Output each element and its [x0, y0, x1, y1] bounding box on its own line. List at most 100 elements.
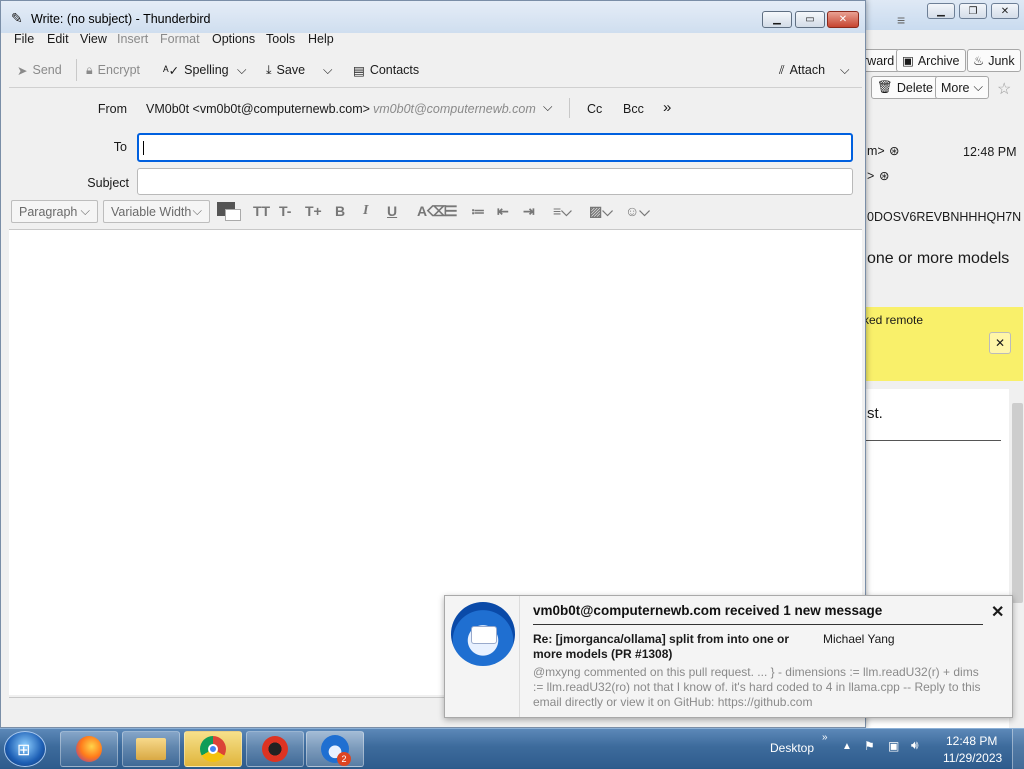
- clock-date[interactable]: 11/29/2023: [943, 751, 1002, 765]
- forward-button[interactable]: rward: [863, 49, 901, 72]
- menu-options[interactable]: Options: [212, 32, 255, 46]
- background-color-icon[interactable]: [225, 209, 241, 221]
- notification-sender: Michael Yang: [823, 632, 895, 646]
- address-book-icon: ▤: [353, 63, 365, 78]
- contacts-button[interactable]: ▤ Contacts: [353, 59, 419, 81]
- taskbar-firefox[interactable]: [60, 731, 118, 767]
- minimize-button[interactable]: ▁: [927, 3, 955, 19]
- numbered-list-icon[interactable]: ≔: [471, 203, 485, 220]
- send-button[interactable]: ➤ Send: [17, 59, 62, 81]
- minimize-button[interactable]: ▁: [762, 11, 792, 28]
- font-size-icon[interactable]: TT: [253, 203, 270, 219]
- dismiss-button[interactable]: ✕: [989, 332, 1011, 354]
- chevron-down-icon: ⌵: [80, 204, 90, 218]
- menu-file[interactable]: File: [14, 32, 34, 46]
- maximize-button[interactable]: ▭: [795, 11, 825, 28]
- spellcheck-icon: ᴬ✓: [163, 63, 180, 78]
- save-dropdown[interactable]: ⌵: [323, 59, 332, 81]
- message-time: 12:48 PM: [963, 145, 1017, 159]
- envelope-icon: [471, 626, 497, 644]
- taskbar-app[interactable]: [246, 731, 304, 767]
- restore-button[interactable]: ❐: [959, 3, 987, 19]
- volume-icon[interactable]: 🔊︎: [911, 738, 919, 753]
- insert-image-icon[interactable]: ▨⌵: [589, 203, 613, 220]
- from-label: From: [97, 102, 127, 116]
- delete-button[interactable]: 🗑 Delete: [871, 76, 940, 99]
- close-button[interactable]: ✕: [991, 3, 1019, 19]
- taskbar-explorer[interactable]: [122, 731, 180, 767]
- compose-toolbar: ➤ Send 🔒︎ Encrypt ᴬ✓ Spelling ⌵ ⤓ Save ⌵ ▤ Co…: [1, 55, 865, 83]
- menu-view[interactable]: View: [80, 32, 107, 46]
- menu-insert[interactable]: Insert: [117, 32, 148, 46]
- star-icon[interactable]: ☆: [997, 79, 1011, 99]
- menu-bar: File Edit View Insert Format Options Too…: [1, 31, 865, 51]
- larger-text-icon[interactable]: T+: [305, 203, 322, 219]
- from-dropdown-icon[interactable]: ⌵: [543, 100, 552, 115]
- format-toolbar: Paragraph ⌵ Variable Width ⌵ TT T- T+ B I …: [9, 197, 862, 227]
- action-center-icon[interactable]: ⚑: [864, 739, 875, 753]
- outdent-icon[interactable]: ⇤: [497, 203, 509, 220]
- close-button[interactable]: ✕: [827, 11, 859, 28]
- underline-icon[interactable]: U: [387, 203, 397, 219]
- divider: [863, 440, 1001, 441]
- menu-tools[interactable]: Tools: [266, 32, 295, 46]
- bcc-button[interactable]: Bcc: [623, 102, 644, 116]
- taskbar-chrome[interactable]: [184, 731, 242, 767]
- align-icon[interactable]: ≡⌵: [553, 203, 572, 220]
- expand-toolbar-icon[interactable]: »: [822, 732, 828, 743]
- menu-help[interactable]: Help: [308, 32, 334, 46]
- from-address[interactable]: VM0b0t <vm0b0t@computernewb.com>: [146, 102, 370, 116]
- encrypt-button[interactable]: 🔒︎ Encrypt: [86, 59, 140, 81]
- subject-label: Subject: [87, 176, 129, 190]
- remote-content-text: ked remote: [863, 313, 924, 327]
- attach-button[interactable]: ⫽ Attach: [779, 59, 825, 81]
- paragraph-select[interactable]: Paragraph ⌵: [11, 200, 98, 223]
- contact-icon: ⊛: [889, 144, 900, 158]
- more-button[interactable]: More ⌵: [935, 76, 989, 99]
- close-notification-button[interactable]: ✕: [991, 602, 1004, 622]
- scrollbar-thumb[interactable]: [1012, 403, 1023, 603]
- smaller-text-icon[interactable]: T-: [279, 203, 291, 219]
- separator: [569, 98, 570, 118]
- new-mail-notification[interactable]: vm0b0t@computernewb.com received 1 new m…: [444, 595, 1013, 718]
- emoji-icon[interactable]: ☺⌵: [625, 203, 650, 220]
- menu-format[interactable]: Format: [160, 32, 200, 46]
- flame-icon: ♨: [973, 54, 985, 68]
- subject-input[interactable]: [137, 168, 853, 195]
- show-hidden-icons-icon[interactable]: ▲: [842, 741, 852, 752]
- to-input[interactable]: [137, 133, 853, 162]
- menu-edit[interactable]: Edit: [47, 32, 69, 46]
- archive-button[interactable]: ▣ Archive: [896, 49, 966, 72]
- junk-button[interactable]: ♨ Junk: [967, 49, 1021, 72]
- remove-format-icon[interactable]: A⌫: [417, 203, 447, 220]
- start-button[interactable]: ⊞: [4, 731, 46, 767]
- clock-time[interactable]: 12:48 PM: [946, 734, 997, 748]
- spelling-dropdown[interactable]: ⌵: [237, 59, 246, 81]
- network-icon[interactable]: ▣: [888, 739, 899, 753]
- bulleted-list-icon[interactable]: ☰: [445, 203, 458, 220]
- hamburger-menu-icon[interactable]: ≡: [897, 12, 905, 28]
- attach-dropdown[interactable]: ⌵: [840, 59, 849, 81]
- bold-icon[interactable]: B: [335, 203, 345, 219]
- unread-badge: 2: [337, 752, 351, 766]
- folder-icon: [136, 738, 166, 760]
- italic-icon[interactable]: I: [363, 203, 368, 219]
- notification-preview: @mxyng commented on this pull request. .…: [533, 665, 981, 709]
- cc-button[interactable]: Cc: [587, 102, 602, 116]
- chevron-down-icon: ⌵: [323, 62, 333, 77]
- from-identity[interactable]: vm0b0t@computernewb.com: [373, 102, 536, 116]
- indent-icon[interactable]: ⇥: [523, 203, 535, 220]
- spelling-button[interactable]: ᴬ✓ Spelling: [163, 59, 229, 81]
- chrome-icon: [200, 736, 226, 762]
- taskbar-thunderbird[interactable]: 2: [306, 731, 364, 767]
- more-headers-icon[interactable]: »: [663, 99, 671, 116]
- chevron-down-icon: ⌵: [840, 62, 850, 77]
- save-button[interactable]: ⤓ Save: [266, 59, 305, 81]
- message-headers: From VM0b0t <vm0b0t@computernewb.com> vm…: [9, 87, 862, 195]
- download-icon: ⤓: [266, 62, 272, 77]
- font-select[interactable]: Variable Width ⌵: [103, 200, 210, 223]
- desktop-toolbar-label[interactable]: Desktop: [770, 741, 814, 755]
- contact-icon: ⊛: [879, 169, 890, 183]
- taskbar: ⊞ 2 Desktop » ▲ ⚑ ▣ 🔊︎ 12:48 PM 11/29/20…: [0, 728, 1024, 769]
- show-desktop-button[interactable]: [1012, 729, 1024, 769]
